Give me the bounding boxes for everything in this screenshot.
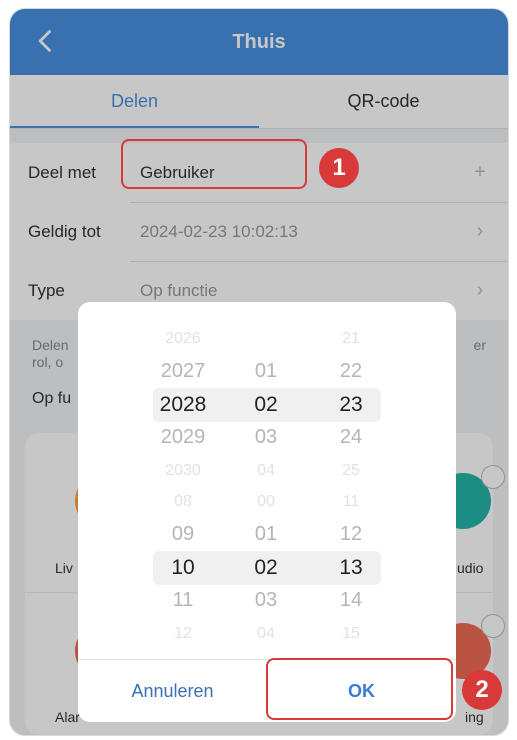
picker-item: 00 [257, 493, 275, 510]
picker-item: 2028 [159, 393, 207, 416]
highlight-share-with [121, 139, 307, 189]
picker-item: 23 [339, 393, 363, 416]
picker-item: 13 [339, 556, 363, 579]
picker-item: 10 [171, 556, 195, 579]
picker-item: 2026 [165, 330, 201, 347]
step-badge-1: 1 [319, 148, 359, 188]
picker-item: 12 [339, 523, 363, 545]
picker-item: 25 [342, 462, 360, 479]
month-wheel[interactable]: 01 02 03 04 [226, 322, 306, 487]
picker-item: 2027 [160, 360, 206, 382]
cancel-button[interactable]: Annuleren [78, 660, 267, 722]
picker-item: 03 [254, 589, 278, 611]
picker-item: 04 [257, 625, 275, 642]
picker-item: 04 [257, 462, 275, 479]
picker-item [226, 322, 306, 355]
picker-item: 12 [174, 625, 192, 642]
picker-item: 01 [254, 360, 278, 382]
picker-item: 2029 [160, 426, 206, 448]
picker-item: 24 [339, 426, 363, 448]
picker-area[interactable]: 2026 2027 2028 2029 2030 01 02 03 04 21 … [78, 302, 456, 659]
picker-item: 08 [174, 493, 192, 510]
year-wheel[interactable]: 2026 2027 2028 2029 2030 [143, 322, 223, 487]
second-wheel[interactable]: 11 12 13 14 15 [311, 485, 391, 650]
highlight-ok [266, 658, 453, 720]
hour-wheel[interactable]: 08 09 10 11 12 [143, 485, 223, 650]
picker-item: 21 [342, 330, 360, 347]
picker-item: 22 [339, 360, 363, 382]
picker-item: 2030 [165, 462, 201, 479]
picker-item: 15 [342, 625, 360, 642]
picker-item: 11 [172, 589, 194, 611]
picker-item: 09 [171, 523, 195, 545]
minute-wheel[interactable]: 00 01 02 03 04 [226, 485, 306, 650]
picker-item: 11 [342, 493, 360, 510]
picker-item: 03 [254, 426, 278, 448]
picker-item: 01 [254, 523, 278, 545]
picker-item: 02 [254, 393, 278, 416]
picker-item: 14 [339, 589, 363, 611]
day-wheel[interactable]: 21 22 23 24 25 [311, 322, 391, 487]
picker-item: 02 [254, 556, 278, 579]
step-badge-2: 2 [462, 670, 502, 710]
